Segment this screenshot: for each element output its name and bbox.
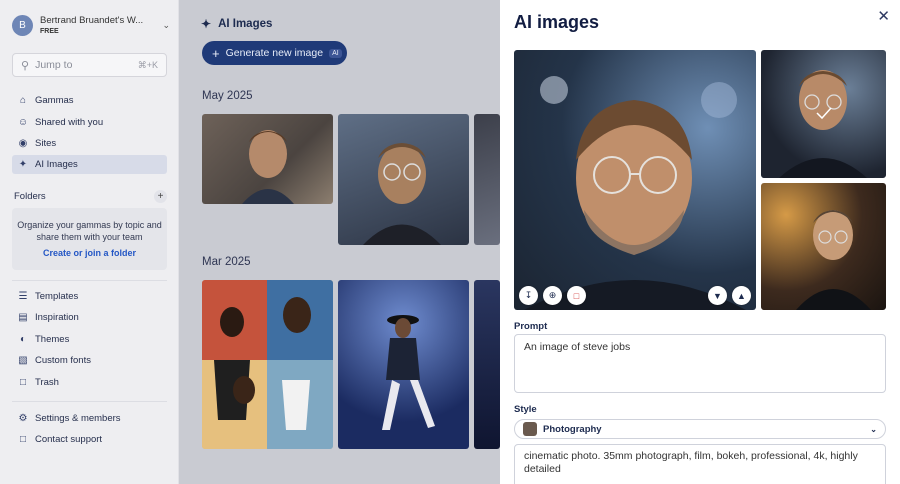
workspace-plan: FREE xyxy=(40,28,59,35)
sidebar-item-support[interactable]: □ Contact support xyxy=(12,430,167,449)
ai-images-panel: AI images ✕ ↧ ⊕ □ ▼ ▲ Prompt An image of… xyxy=(500,0,900,484)
sidebar-item-label: Custom fonts xyxy=(35,355,91,366)
sidebar-item-shared[interactable]: ☺ Shared with you xyxy=(12,113,167,132)
divider xyxy=(12,280,167,281)
zoom-icon[interactable]: ⊕ xyxy=(543,286,562,305)
thumbs-down-icon[interactable]: ▼ xyxy=(708,286,727,305)
image-thumbnail[interactable] xyxy=(202,280,333,449)
style-label: Style xyxy=(514,404,537,415)
sidebar-item-label: Shared with you xyxy=(35,117,104,128)
sidebar-item-label: Settings & members xyxy=(35,413,121,424)
create-folder-link[interactable]: Create or join a folder xyxy=(12,248,167,258)
sidebar-item-label: Templates xyxy=(35,291,79,302)
jump-to-search[interactable]: ⚲ Jump to ⌘+K xyxy=(12,53,167,77)
chevron-down-icon: ⌄ xyxy=(870,424,877,434)
close-icon[interactable]: ✕ xyxy=(877,7,890,25)
sidebar-item-gammas[interactable]: ⌂ Gammas xyxy=(12,91,167,110)
chat-icon: □ xyxy=(19,434,27,445)
sidebar-item-trash[interactable]: □ Trash xyxy=(12,373,167,392)
panel-title: AI images xyxy=(514,12,600,32)
sidebar-item-label: Gammas xyxy=(35,95,74,106)
image-thumbnail[interactable] xyxy=(338,114,469,245)
page-title-text: AI Images xyxy=(218,18,273,30)
book-icon: ▤ xyxy=(18,312,28,323)
folders-empty-text: Organize your gammas by topic and share … xyxy=(17,220,162,242)
sidebar-item-settings[interactable]: ⚙ Settings & members xyxy=(12,409,167,428)
divider xyxy=(12,401,167,402)
workspace-switcher[interactable]: B Bertrand Bruandet's W... FREE ⌄ xyxy=(12,12,170,38)
image-thumbnail[interactable] xyxy=(474,114,500,245)
plus-icon: + xyxy=(212,45,220,61)
trash-icon: □ xyxy=(19,377,27,388)
sidebar: B Bertrand Bruandet's W... FREE ⌄ ⚲ Jump… xyxy=(0,0,179,484)
selected-image[interactable]: ↧ ⊕ □ ▼ ▲ xyxy=(514,50,756,310)
image-thumbnail[interactable] xyxy=(338,280,469,449)
image-variant[interactable] xyxy=(761,50,886,178)
prompt-label: Prompt xyxy=(514,321,548,332)
sidebar-item-label: Sites xyxy=(35,138,57,149)
sidebar-item-inspiration[interactable]: ▤ Inspiration xyxy=(12,308,167,327)
chevron-down-icon: ⌄ xyxy=(162,19,170,30)
search-icon: ⚲ xyxy=(21,59,30,72)
style-thumbnail xyxy=(523,422,537,436)
main-content: ✦ AI Images + Generate new image AI May … xyxy=(179,0,500,484)
style-select[interactable]: Photography ⌄ xyxy=(514,419,886,439)
sparkle-icon: ✦ xyxy=(18,159,28,170)
workspace-name: Bertrand Bruandet's W... xyxy=(40,15,144,26)
sidebar-item-custom-fonts[interactable]: ▧ Custom fonts xyxy=(12,351,167,370)
ai-badge: AI xyxy=(329,48,342,58)
image-variant[interactable] xyxy=(761,183,886,310)
folders-header: Folders + xyxy=(14,190,167,203)
style-select-value: Photography xyxy=(543,423,602,435)
folders-title: Folders xyxy=(14,191,46,202)
sparkle-icon: ✦ xyxy=(201,17,212,31)
users-icon: ☺ xyxy=(17,117,29,128)
image-thumbnail[interactable] xyxy=(474,280,500,449)
folders-empty-state: Organize your gammas by topic and share … xyxy=(12,208,167,270)
sidebar-item-ai-images[interactable]: ✦ AI Images xyxy=(12,155,167,174)
templates-icon: ☰ xyxy=(18,291,28,302)
workspace-avatar: B xyxy=(12,14,33,36)
palette-icon: ◐ xyxy=(19,334,27,345)
style-prompt-textarea[interactable]: cinematic photo. 35mm photograph, film, … xyxy=(514,444,886,484)
home-icon: ⌂ xyxy=(19,95,27,106)
sidebar-item-sites[interactable]: ◉ Sites xyxy=(12,134,167,153)
month-heading: Mar 2025 xyxy=(202,256,251,268)
search-shortcut: ⌘+K xyxy=(137,59,158,70)
image-thumbnail[interactable] xyxy=(202,114,333,204)
prompt-textarea[interactable]: An image of steve jobs xyxy=(514,334,886,393)
generate-label: Generate new image xyxy=(225,47,324,59)
globe-icon: ◉ xyxy=(18,138,28,149)
sidebar-item-themes[interactable]: ◐ Themes xyxy=(12,330,167,349)
sidebar-item-label: AI Images xyxy=(35,159,78,170)
month-heading: May 2025 xyxy=(202,90,253,102)
download-icon[interactable]: ↧ xyxy=(519,286,538,305)
search-placeholder: Jump to xyxy=(35,59,73,71)
generate-image-button[interactable]: + Generate new image AI xyxy=(202,41,347,65)
sidebar-item-label: Contact support xyxy=(35,434,103,445)
thumbs-up-icon[interactable]: ▲ xyxy=(732,286,751,305)
add-folder-button[interactable]: + xyxy=(154,190,167,203)
settings-icon: ⚙ xyxy=(18,413,28,424)
sidebar-item-label: Trash xyxy=(35,377,59,388)
delete-icon[interactable]: □ xyxy=(567,286,586,305)
sidebar-item-label: Themes xyxy=(35,334,70,345)
font-icon: ▧ xyxy=(18,355,28,366)
sidebar-item-label: Inspiration xyxy=(35,312,79,323)
page-title: ✦ AI Images xyxy=(201,17,272,31)
sidebar-item-templates[interactable]: ☰ Templates xyxy=(12,287,167,306)
